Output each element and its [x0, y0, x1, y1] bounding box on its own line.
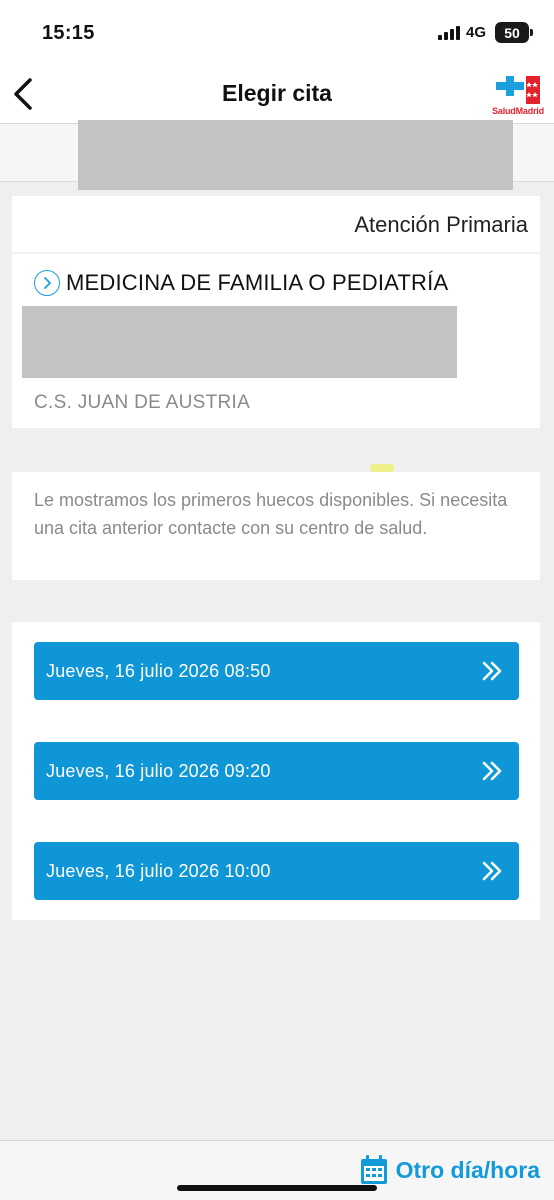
page-title: Elegir cita	[222, 80, 332, 106]
nav-bar: Elegir cita SaludMadrid	[0, 64, 554, 124]
slot-label: Jueves, 16 julio 2026 08:50	[46, 661, 271, 681]
service-name: MEDICINA DE FAMILIA O PEDIATRÍA	[66, 270, 449, 295]
service-card: Atención Primaria MEDICINA DE FAMILIA O …	[12, 196, 540, 428]
slots-card: Jueves, 16 julio 2026 08:50 Jueves, 16 j…	[12, 622, 540, 920]
redacted-block	[22, 306, 457, 378]
double-chevron-right-icon	[482, 661, 502, 681]
appointment-slot-button[interactable]: Jueves, 16 julio 2026 09:20	[34, 742, 519, 800]
battery-level: 50	[504, 24, 520, 41]
signal-strength-icon	[438, 26, 460, 40]
status-bar: 15:15 4G 50	[0, 0, 554, 64]
patient-area	[0, 120, 554, 190]
highlight-mark	[370, 464, 394, 472]
other-day-button[interactable]: Otro día/hora	[360, 1155, 540, 1185]
double-chevron-right-icon	[482, 761, 502, 781]
circle-chevron-right-icon	[34, 270, 60, 296]
logo-icon	[496, 76, 540, 104]
divider	[12, 252, 540, 254]
logo-text: SaludMadrid	[492, 106, 544, 116]
slot-label: Jueves, 16 julio 2026 09:20	[46, 761, 271, 781]
notice-card: Le mostramos los primeros huecos disponi…	[12, 472, 540, 580]
battery-icon: 50	[495, 22, 533, 43]
health-center-name: C.S. JUAN DE AUSTRIA	[34, 392, 251, 413]
notice-text: Le mostramos los primeros huecos disponi…	[34, 490, 508, 538]
service-line: MEDICINA DE FAMILIA O PEDIATRÍA	[34, 270, 448, 296]
calendar-icon	[360, 1155, 387, 1184]
appointment-slot-button[interactable]: Jueves, 16 julio 2026 08:50	[34, 642, 519, 700]
service-type: Atención Primaria	[354, 212, 528, 237]
status-time: 15:15	[42, 22, 95, 44]
other-day-label: Otro día/hora	[395, 1156, 540, 1183]
home-indicator	[177, 1185, 377, 1191]
redacted-block	[78, 120, 513, 190]
appointment-slot-button[interactable]: Jueves, 16 julio 2026 10:00	[34, 842, 519, 900]
bottom-bar: Otro día/hora	[0, 1140, 554, 1200]
double-chevron-right-icon	[482, 861, 502, 881]
network-type: 4G	[466, 24, 487, 41]
slot-label: Jueves, 16 julio 2026 10:00	[46, 861, 271, 881]
salud-madrid-logo: SaludMadrid	[492, 74, 544, 116]
